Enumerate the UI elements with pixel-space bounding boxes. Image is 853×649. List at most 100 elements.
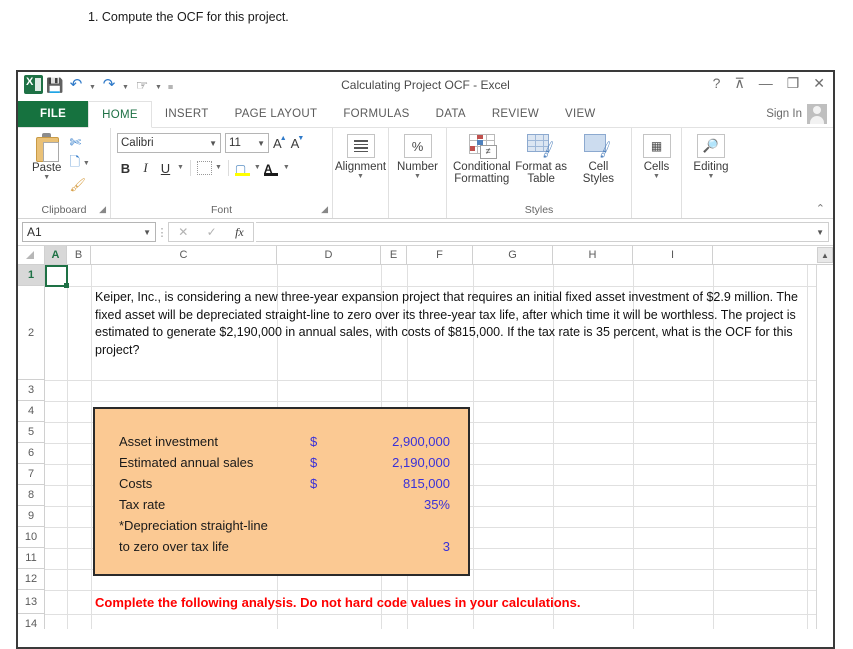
column-header-e[interactable]: E: [381, 246, 407, 264]
row-header-2[interactable]: 2: [18, 286, 44, 380]
cells-area[interactable]: Keiper, Inc., is considering a new three…: [45, 265, 833, 629]
column-header-f[interactable]: F: [407, 246, 473, 264]
tab-review[interactable]: REVIEW: [479, 101, 552, 127]
column-header-i[interactable]: I: [633, 246, 713, 264]
avatar[interactable]: [807, 104, 827, 124]
row-header-14[interactable]: 14: [18, 614, 44, 629]
row-header-7[interactable]: 7: [18, 464, 44, 485]
tab-data[interactable]: DATA: [423, 101, 479, 127]
name-box[interactable]: A1 ▼: [22, 222, 156, 242]
input-row-tax-life[interactable]: to zero over tax life 3: [95, 536, 468, 557]
input-row-costs[interactable]: Costs $ 815,000: [95, 473, 468, 494]
tab-file[interactable]: FILE: [18, 101, 88, 127]
editing-dropdown-icon[interactable]: ▼: [708, 173, 715, 181]
selected-cell-a1[interactable]: [45, 265, 68, 287]
cut-icon[interactable]: ✄: [69, 134, 81, 151]
copy-button[interactable]: 🗋 ▼: [69, 153, 89, 175]
input-row-estimated-annual-sales[interactable]: Estimated annual sales $ 2,190,000: [95, 452, 468, 473]
fill-color-icon[interactable]: ▢: [235, 160, 251, 176]
name-box-dropdown-icon[interactable]: ▼: [143, 228, 151, 237]
problem-statement-cell[interactable]: Keiper, Inc., is considering a new three…: [95, 289, 805, 359]
row-header-1[interactable]: 1: [18, 265, 44, 286]
input-data-box[interactable]: Asset investment $ 2,900,000 Estimated a…: [93, 407, 470, 576]
label-asset-investment: Asset investment: [119, 434, 218, 449]
ribbon-group-styles: ≠ Conditional Formatting 🖌 Format as Tab…: [447, 128, 632, 218]
row-header-9[interactable]: 9: [18, 506, 44, 527]
column-header-g[interactable]: G: [473, 246, 553, 264]
fill-color-dropdown-icon[interactable]: ▼: [254, 164, 261, 172]
column-header-c[interactable]: C: [91, 246, 277, 264]
cancel-formula-icon[interactable]: ✕: [178, 225, 188, 239]
number-button[interactable]: % Number ▼: [395, 131, 440, 218]
tab-page-layout[interactable]: PAGE LAYOUT: [222, 101, 331, 127]
minimize-icon[interactable]: —: [759, 76, 773, 90]
expand-formula-bar-icon[interactable]: ▼: [816, 228, 828, 237]
formula-bar-grip[interactable]: ⋮: [156, 226, 168, 239]
bold-icon[interactable]: B: [117, 161, 134, 176]
alignment-dropdown-icon[interactable]: ▼: [357, 173, 364, 181]
increase-font-size-icon[interactable]: A▲: [273, 136, 287, 151]
underline-icon[interactable]: U: [157, 161, 174, 176]
enter-formula-icon[interactable]: ✓: [207, 225, 217, 239]
row-header-5[interactable]: 5: [18, 422, 44, 443]
column-header-d[interactable]: D: [277, 246, 381, 264]
row-header-3[interactable]: 3: [18, 380, 44, 401]
input-row-depreciation-note[interactable]: *Depreciation straight-line: [95, 515, 468, 536]
font-name-input[interactable]: Calibri ▼: [117, 133, 221, 153]
font-name-dropdown-icon[interactable]: ▼: [209, 139, 217, 148]
select-all-corner[interactable]: [18, 246, 45, 264]
ribbon-display-options-icon[interactable]: ⊼: [734, 76, 744, 90]
column-header-b[interactable]: B: [67, 246, 91, 264]
help-icon[interactable]: ?: [713, 76, 721, 90]
tab-home[interactable]: HOME: [88, 101, 152, 128]
font-color-dropdown-icon[interactable]: ▼: [283, 164, 290, 172]
borders-icon[interactable]: [197, 161, 212, 175]
sign-in-label[interactable]: Sign In: [766, 108, 802, 120]
copy-dropdown-icon[interactable]: ▼: [83, 160, 90, 168]
format-painter-icon[interactable]: 🖌: [69, 177, 86, 193]
tab-view[interactable]: VIEW: [552, 101, 609, 127]
excel-window: 💾 ↶ ▼ ↷ ▼ ☞ ▼ ≣ Calculating Project OCF …: [16, 70, 835, 649]
italic-icon[interactable]: I: [137, 160, 154, 176]
decrease-font-size-icon[interactable]: A▼: [291, 136, 305, 151]
row-header-4[interactable]: 4: [18, 401, 44, 422]
ribbon-tabs: FILE HOME INSERT PAGE LAYOUT FORMULAS DA…: [18, 101, 833, 127]
tab-formulas[interactable]: FORMULAS: [330, 101, 422, 127]
row-header-6[interactable]: 6: [18, 443, 44, 464]
row-header-8[interactable]: 8: [18, 485, 44, 506]
clipboard-dialog-launcher-icon[interactable]: ◢: [99, 204, 106, 215]
collapse-ribbon-icon[interactable]: ⌃: [816, 202, 825, 215]
tab-insert[interactable]: INSERT: [152, 101, 222, 127]
paste-dropdown-icon[interactable]: ▼: [43, 174, 50, 182]
row-header-10[interactable]: 10: [18, 527, 44, 548]
styles-group-label: Styles: [447, 204, 631, 216]
instruction-note[interactable]: Complete the following analysis. Do not …: [95, 595, 580, 610]
column-header-a[interactable]: A: [45, 246, 67, 264]
font-color-icon[interactable]: A: [264, 160, 280, 176]
insert-function-icon[interactable]: fx: [235, 225, 244, 240]
cells-button[interactable]: ▦ Cells ▼: [638, 131, 675, 218]
underline-dropdown-icon[interactable]: ▼: [177, 164, 184, 172]
scroll-up-button[interactable]: ▲: [817, 247, 833, 263]
cells-dropdown-icon[interactable]: ▼: [653, 173, 660, 181]
row-header-11[interactable]: 11: [18, 548, 44, 569]
row-headers: 1 2 3 4 5 6 7 8 9 10 11 12 13 14: [18, 265, 45, 629]
borders-dropdown-icon[interactable]: ▼: [215, 164, 222, 172]
cells-icon: ▦: [643, 134, 671, 158]
editing-button[interactable]: 🔎 Editing ▼: [688, 131, 734, 218]
column-header-h[interactable]: H: [553, 246, 633, 264]
close-icon[interactable]: ✕: [813, 76, 825, 90]
alignment-button[interactable]: Alignment ▼: [339, 131, 382, 218]
sign-in-area[interactable]: Sign In: [766, 104, 827, 124]
restore-icon[interactable]: ❐: [787, 76, 800, 90]
number-dropdown-icon[interactable]: ▼: [414, 173, 421, 181]
vertical-scrollbar[interactable]: [816, 265, 833, 629]
font-size-dropdown-icon[interactable]: ▼: [257, 139, 265, 148]
formula-input[interactable]: ▼: [256, 222, 829, 242]
row-header-13[interactable]: 13: [18, 590, 44, 614]
font-size-input[interactable]: 11 ▼: [225, 133, 269, 153]
font-dialog-launcher-icon[interactable]: ◢: [321, 204, 328, 215]
input-row-tax-rate[interactable]: Tax rate 35%: [95, 494, 468, 515]
row-header-12[interactable]: 12: [18, 569, 44, 590]
input-row-asset-investment[interactable]: Asset investment $ 2,900,000: [95, 431, 468, 452]
